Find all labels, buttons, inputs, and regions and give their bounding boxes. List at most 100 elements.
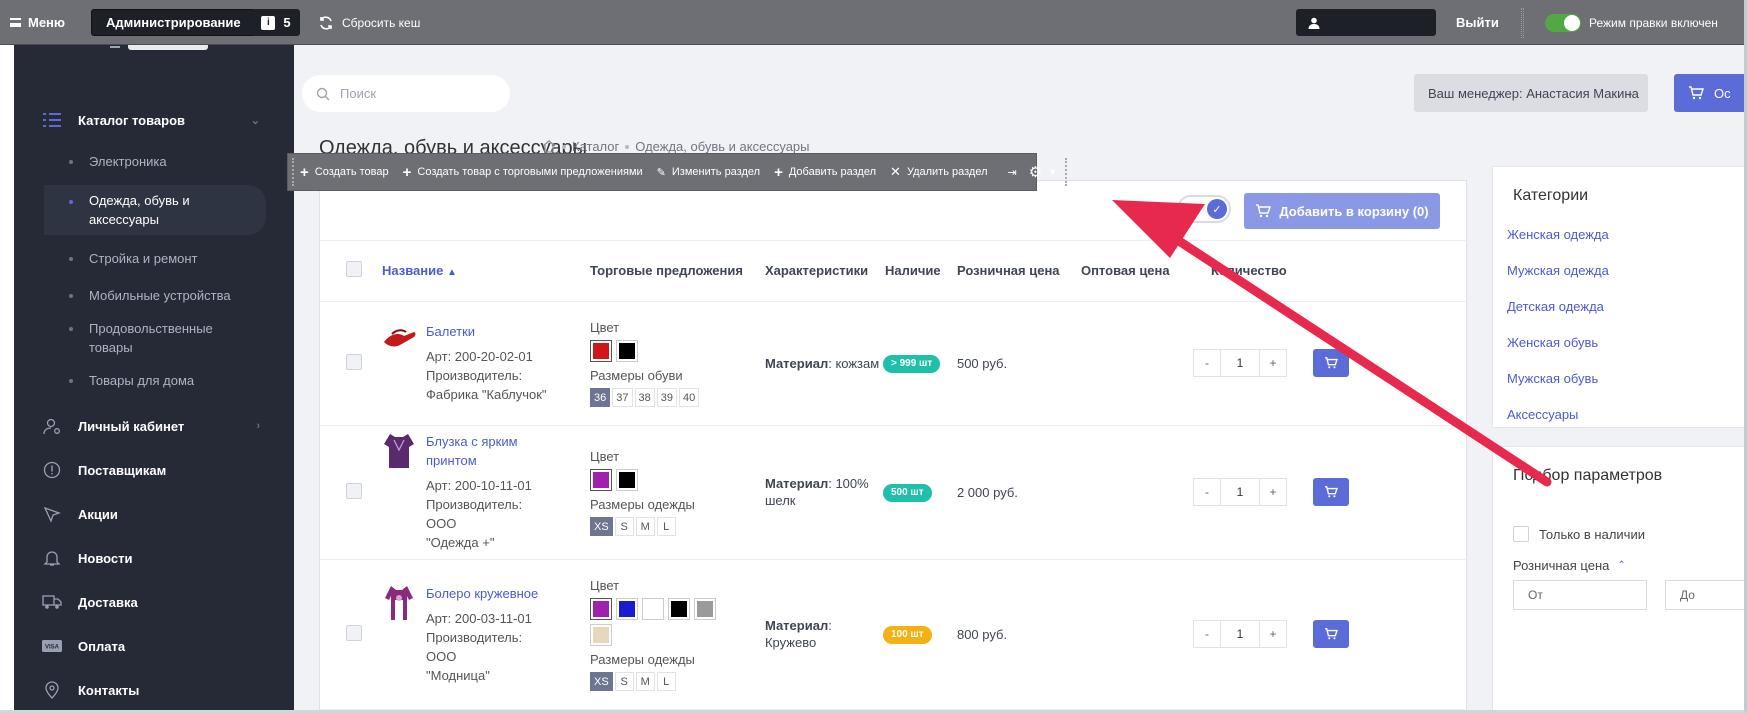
- size-option[interactable]: XS: [590, 672, 613, 691]
- create-product-button[interactable]: + Создать товар: [300, 165, 389, 180]
- sidebar-item-catalog[interactable]: Каталог товаров ⌄: [14, 98, 294, 142]
- color-swatch[interactable]: [616, 469, 638, 491]
- decrement-button[interactable]: -: [1192, 349, 1221, 377]
- drag-handle[interactable]: [1065, 158, 1068, 186]
- drag-handle[interactable]: [292, 158, 294, 186]
- increment-button[interactable]: +: [1258, 478, 1287, 506]
- edit-mode-toggle[interactable]: Режим правки включен: [1545, 0, 1718, 45]
- price-to-input[interactable]: До: [1665, 580, 1747, 610]
- column-features: Характеристики: [742, 241, 883, 302]
- chevron-down-icon[interactable]: ▼: [1048, 167, 1057, 177]
- row-add-to-cart-button[interactable]: [1312, 349, 1349, 377]
- size-option[interactable]: 40: [679, 388, 700, 407]
- sidebar-item-delivery[interactable]: Доставка: [14, 580, 294, 624]
- size-option[interactable]: XS: [590, 517, 613, 536]
- notifications-button[interactable]: i 5: [252, 9, 300, 36]
- category-link[interactable]: Аксессуары: [1507, 405, 1609, 441]
- size-option[interactable]: 36: [590, 388, 611, 407]
- add-to-cart-button[interactable]: Добавить в корзину (0): [1244, 193, 1440, 229]
- quantity-input[interactable]: 1: [1220, 478, 1259, 506]
- size-option[interactable]: M: [635, 672, 655, 691]
- row-add-to-cart-button[interactable]: [1312, 478, 1349, 506]
- size-option[interactable]: S: [614, 672, 634, 691]
- manager-dropdown[interactable]: Ваш менеджер: Анастасия Макина ⌄: [1414, 74, 1648, 112]
- delete-section-button[interactable]: ✕ Удалить раздел: [890, 164, 987, 180]
- decrement-button[interactable]: -: [1192, 478, 1221, 506]
- view-toggle[interactable]: ✓: [1177, 195, 1231, 223]
- row-checkbox[interactable]: [346, 353, 362, 370]
- product-name-link[interactable]: Балетки: [426, 322, 556, 341]
- size-option[interactable]: S: [614, 517, 634, 536]
- color-swatch[interactable]: [590, 598, 612, 620]
- quantity-input[interactable]: 1: [1220, 349, 1259, 377]
- product-image[interactable]: [382, 322, 418, 358]
- in-stock-checkbox[interactable]: [1513, 526, 1529, 542]
- breadcrumb-link[interactable]: Каталог: [572, 139, 619, 154]
- color-swatch[interactable]: [642, 598, 664, 620]
- size-option[interactable]: 38: [634, 388, 655, 407]
- quantity-input[interactable]: 1: [1220, 620, 1259, 648]
- category-link[interactable]: Женская одежда: [1507, 225, 1609, 261]
- select-all-checkbox[interactable]: [346, 261, 362, 278]
- edit-section-button[interactable]: ✎ Изменить раздел: [657, 166, 760, 179]
- cart-icon: [1324, 628, 1338, 640]
- user-button[interactable]: [1296, 9, 1436, 36]
- product-image[interactable]: [382, 432, 418, 468]
- admin-menu-button[interactable]: Меню: [10, 0, 65, 45]
- submenu-item[interactable]: Электроника: [14, 152, 294, 171]
- category-link[interactable]: Мужская одежда: [1507, 261, 1609, 297]
- decrement-button[interactable]: -: [1192, 620, 1221, 648]
- create-product-offers-button[interactable]: + Создать товар с торговыми предложениями: [403, 165, 643, 180]
- row-checkbox[interactable]: [346, 624, 362, 641]
- color-swatch[interactable]: [616, 340, 638, 362]
- sidebar-item-news[interactable]: Новости: [14, 536, 294, 580]
- sidebar-item-suppliers[interactable]: Поставщикам: [14, 448, 294, 492]
- color-swatch[interactable]: [668, 598, 690, 620]
- table-header-row: Название ▲ Торговые предложения Характер…: [320, 241, 1468, 302]
- feature-value: : кожзам: [828, 355, 880, 371]
- size-option[interactable]: L: [656, 517, 676, 536]
- row-add-to-cart-button[interactable]: [1312, 620, 1349, 648]
- increment-button[interactable]: +: [1258, 620, 1287, 648]
- row-checkbox[interactable]: [346, 482, 362, 499]
- color-swatch[interactable]: [590, 340, 612, 362]
- increment-button[interactable]: +: [1258, 349, 1287, 377]
- in-stock-filter[interactable]: Только в наличии: [1513, 526, 1645, 542]
- category-link[interactable]: Детская одежда: [1507, 297, 1609, 333]
- gear-icon[interactable]: ⚙: [1029, 163, 1042, 181]
- size-option[interactable]: L: [656, 672, 676, 691]
- home-icon[interactable]: [542, 140, 556, 153]
- clear-cache-button[interactable]: Сбросить кеш: [318, 0, 420, 45]
- submenu-item[interactable]: Стройка и ремонт: [14, 249, 294, 268]
- administration-button[interactable]: Администрирование: [91, 9, 256, 36]
- color-swatch[interactable]: [616, 598, 638, 620]
- product-name-link[interactable]: Блузка с ярким принтом: [426, 432, 556, 470]
- sidebar-item-payment[interactable]: VISA Оплата: [14, 624, 294, 668]
- column-retail: Розничная цена: [956, 241, 1081, 302]
- pin-icon[interactable]: ⇥: [1008, 166, 1017, 179]
- size-option[interactable]: 37: [612, 388, 633, 407]
- column-name[interactable]: Название ▲: [382, 241, 590, 302]
- sidebar-item-account[interactable]: Личный кабинет ›: [14, 404, 294, 448]
- sidebar-item-promotions[interactable]: Акции: [14, 492, 294, 536]
- color-swatch[interactable]: [590, 469, 612, 491]
- category-link[interactable]: Мужская обувь: [1507, 369, 1609, 405]
- price-from-input[interactable]: От: [1513, 580, 1647, 610]
- category-link[interactable]: Женская обувь: [1507, 333, 1609, 369]
- submenu-item[interactable]: Продовольственные товары: [14, 319, 254, 357]
- add-section-button[interactable]: + Добавить раздел: [774, 165, 876, 180]
- product-image[interactable]: [382, 584, 418, 620]
- size-option[interactable]: M: [635, 517, 655, 536]
- submenu-item-active[interactable]: Одежда, обувь и аксессуары: [44, 185, 266, 235]
- sidebar-item-contacts[interactable]: Контакты: [14, 668, 294, 712]
- price-filter-header[interactable]: Розничная цена ⌃: [1513, 558, 1626, 573]
- search-input[interactable]: Поиск: [302, 75, 510, 112]
- color-swatch[interactable]: [590, 624, 612, 646]
- header-cart-button[interactable]: Ос: [1674, 74, 1747, 112]
- submenu-item[interactable]: Мобильные устройства: [14, 286, 294, 305]
- product-name-link[interactable]: Болеро кружевное: [426, 584, 556, 603]
- submenu-item[interactable]: Товары для дома: [14, 371, 294, 390]
- color-swatch[interactable]: [694, 598, 716, 620]
- size-option[interactable]: 39: [656, 388, 677, 407]
- logout-button[interactable]: Выйти: [1456, 0, 1499, 45]
